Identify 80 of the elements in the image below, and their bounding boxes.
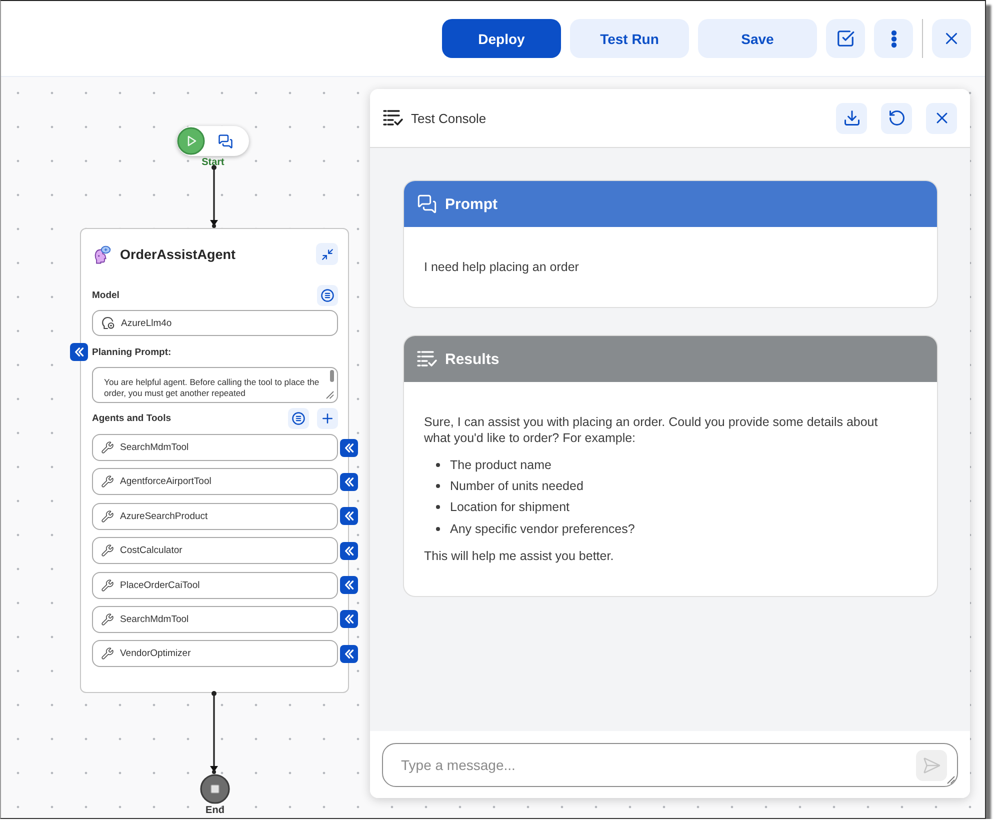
chat-bubbles-icon: [417, 194, 437, 214]
tool-item[interactable]: SearchMdmTool: [92, 606, 338, 633]
reset-button[interactable]: [881, 102, 912, 134]
prompt-heading: Prompt: [445, 196, 498, 212]
close-button[interactable]: [926, 102, 957, 134]
square-check-icon: [836, 29, 855, 48]
bullet-icon: [436, 462, 440, 467]
wrench-icon: [101, 544, 114, 558]
scrollbar-thumb: [330, 370, 334, 382]
wrench-icon: [101, 647, 114, 660]
toolbar-button[interactable]: Save: [698, 19, 817, 58]
chevrons-left-icon[interactable]: [340, 576, 358, 594]
agent-head-icon: [92, 244, 111, 264]
list-item-text: The product name: [450, 456, 552, 473]
tool-item[interactable]: VendorOptimizer: [92, 640, 338, 668]
chat-bubbles-icon: [218, 134, 233, 148]
tools-options-button[interactable]: [288, 408, 309, 428]
resize-grip-icon: [326, 391, 334, 399]
list-item-text: Location for shipment: [450, 499, 570, 516]
bullet-icon: [436, 484, 440, 488]
stop-icon: [200, 774, 230, 804]
resize-grip-icon: [947, 776, 955, 784]
toolbar-button[interactable]: Deploy: [442, 19, 561, 58]
end-label: End: [206, 805, 224, 817]
results-text: Sure, I can assist you with placing an order. Could you provide some details about what you'd like to order? For example:: [424, 414, 879, 446]
connector-arrow: [210, 165, 218, 228]
chevrons-left-icon[interactable]: [340, 644, 358, 663]
chevrons-left-icon[interactable]: [340, 507, 358, 526]
message-input[interactable]: Type a message...: [382, 743, 958, 787]
list-circle-icon: [321, 288, 334, 302]
tool-item[interactable]: SearchMdmTool: [92, 434, 338, 461]
add-tool-button[interactable]: [317, 408, 338, 428]
wrench-icon: [101, 578, 114, 592]
prompt-text: I need help placing an order: [424, 259, 579, 275]
wrench-icon: [101, 441, 114, 454]
send-icon: [922, 756, 941, 774]
list-item-text: Any specific vendor preferences?: [450, 520, 635, 537]
validate-button[interactable]: [826, 19, 865, 58]
bullet-icon: [436, 526, 440, 531]
chevrons-left-icon[interactable]: [340, 610, 358, 628]
planning-prompt-textarea[interactable]: You are helpful agent. Before calling the tool to place the order, you must get another repeated: [92, 367, 338, 403]
panel-title: Test Console: [411, 110, 486, 126]
wrench-icon: [101, 612, 114, 626]
checklist-icon: [383, 109, 403, 127]
planning-prompt-label: Planning Prompt:: [92, 346, 172, 358]
circular-arrow-icon: [888, 109, 906, 127]
tool-item[interactable]: PlaceOrderCaiTool: [92, 572, 338, 599]
close-button[interactable]: [932, 19, 971, 58]
tool-item[interactable]: AgentforceAirportTool: [92, 468, 338, 496]
head-gear-icon: [101, 316, 115, 330]
list-item-text: Number of units needed: [450, 478, 584, 494]
plus-icon: [320, 410, 335, 426]
start-node[interactable]: [177, 126, 249, 156]
play-icon[interactable]: [177, 127, 205, 155]
bullet-icon: [436, 505, 440, 510]
agent-title: OrderAssistAgent: [120, 246, 236, 262]
download-button[interactable]: [836, 102, 867, 134]
chevrons-left-icon[interactable]: [340, 438, 358, 456]
more-vertical-icon: [890, 30, 896, 48]
minimize-icon: [320, 248, 334, 260]
list-circle-icon: [292, 412, 305, 424]
results-heading: Results: [445, 350, 500, 368]
model-field[interactable]: AzureLlm4o: [92, 310, 338, 336]
model-options-button[interactable]: [317, 284, 338, 306]
tool-item[interactable]: CostCalculator: [92, 537, 338, 564]
wrench-icon: [101, 510, 114, 523]
collapse-button[interactable]: [316, 243, 338, 265]
chevrons-left-icon[interactable]: [70, 343, 88, 361]
start-label: Start: [202, 157, 224, 169]
toolbar-button[interactable]: Test Run: [570, 19, 689, 58]
model-label: Model: [92, 290, 120, 300]
chevrons-left-icon[interactable]: [340, 542, 358, 560]
checklist-icon: [417, 350, 437, 368]
agents-tools-label: Agents and Tools: [92, 412, 171, 424]
wrench-icon: [101, 475, 114, 488]
tool-item[interactable]: AzureSearchProduct: [92, 502, 338, 530]
download-icon: [842, 109, 860, 127]
chevrons-left-icon[interactable]: [340, 472, 358, 491]
more-options-button[interactable]: [874, 19, 913, 58]
results-text: This will help me assist you better.: [424, 548, 614, 564]
